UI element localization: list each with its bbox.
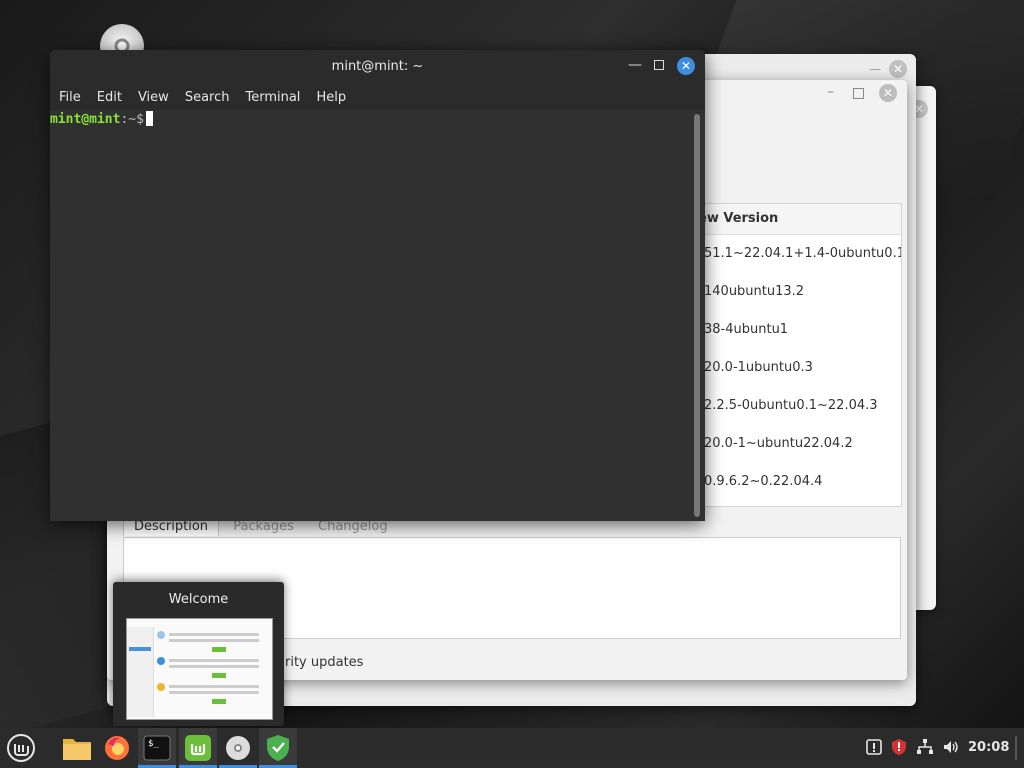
update-manager-launcher[interactable]	[179, 728, 217, 768]
network-glyph	[917, 739, 933, 754]
preview-button	[212, 647, 226, 652]
preview-title: Welcome	[168, 592, 229, 607]
preview-line	[169, 659, 259, 662]
preview-button	[212, 699, 226, 704]
mintupdate-icon	[185, 735, 211, 761]
security-launcher[interactable]	[259, 728, 297, 768]
status-text: rity updates	[285, 655, 364, 670]
menubar: File Edit View Search Terminal Help	[50, 84, 705, 110]
update-shield-glyph	[892, 739, 906, 755]
prompt-user: mint@mint	[50, 112, 121, 127]
prompt-line: mint@mint:~$	[50, 111, 153, 127]
files-launcher[interactable]	[58, 728, 96, 768]
network-icon[interactable]	[916, 738, 934, 760]
cursor	[145, 111, 153, 126]
firefox-launcher[interactable]	[98, 728, 136, 768]
table-row[interactable]: 0.9.6.2~0.22.04.4	[688, 463, 901, 501]
clock[interactable]: 20:08	[968, 740, 1009, 755]
prompt-path: :~$	[120, 112, 144, 127]
preview-selection	[129, 647, 151, 651]
menu-edit[interactable]: Edit	[90, 90, 129, 105]
table-row[interactable]: 20.0-1ubuntu0.3	[688, 349, 901, 387]
close-icon[interactable]: ✕	[889, 60, 907, 78]
notifications-glyph	[866, 739, 882, 755]
preview-sidebar	[127, 627, 154, 717]
updates-table[interactable]: ew Version 51.1~22.04.1+1.4-0ubuntu0.1 1…	[687, 203, 902, 507]
minimize-icon[interactable]: —	[628, 57, 642, 73]
disc-icon	[226, 736, 250, 760]
preview-button	[212, 673, 226, 678]
close-icon[interactable]: ✕	[879, 84, 897, 102]
preview-line	[169, 685, 259, 688]
preview-thumbnail[interactable]	[126, 618, 273, 720]
maximize-icon[interactable]	[654, 60, 664, 70]
firefox-icon	[105, 736, 129, 760]
terminal-icon: $_	[143, 735, 171, 761]
minimize-icon[interactable]: –	[827, 84, 834, 100]
close-icon[interactable]: ✕	[677, 57, 695, 75]
table-row[interactable]: 140ubuntu13.2	[688, 273, 901, 311]
shield-icon	[267, 735, 289, 761]
taskbar: $_ 20:08	[0, 728, 1024, 768]
table-row[interactable]: 51.1~22.04.1+1.4-0ubuntu0.1	[688, 235, 901, 273]
svg-text:$_: $_	[148, 739, 159, 749]
terminal-launcher[interactable]: $_	[138, 728, 176, 768]
menu-terminal[interactable]: Terminal	[238, 90, 307, 105]
menu-button[interactable]	[2, 728, 40, 768]
preview-icon	[157, 657, 165, 665]
notifications-icon[interactable]	[866, 738, 882, 760]
folder-icon	[63, 739, 91, 760]
menu-view[interactable]: View	[131, 90, 176, 105]
table-row[interactable]: 20.0-1~ubuntu22.04.2	[688, 425, 901, 463]
volume-icon[interactable]	[942, 738, 960, 760]
show-desktop-handle[interactable]	[1015, 736, 1017, 760]
menu-file[interactable]: File	[52, 90, 88, 105]
mint-menu-icon	[7, 734, 35, 762]
volume-glyph	[944, 741, 958, 753]
preview-line	[169, 665, 259, 668]
preview-icon	[157, 631, 165, 639]
menu-search[interactable]: Search	[178, 90, 237, 105]
update-shield-icon[interactable]	[890, 738, 908, 760]
disc-launcher[interactable]	[219, 728, 257, 768]
preview-line	[169, 633, 259, 636]
table-row[interactable]: 2.2.5-0ubuntu0.1~22.04.3	[688, 387, 901, 425]
terminal-window[interactable]: mint@mint: ~ — ✕ File Edit View Search T…	[50, 50, 705, 521]
minimize-icon[interactable]: —	[869, 62, 881, 76]
preview-line	[169, 639, 259, 642]
column-header-new-version[interactable]: ew Version	[688, 204, 901, 235]
window-preview[interactable]: Welcome	[113, 582, 284, 726]
menu-help[interactable]: Help	[309, 90, 353, 105]
table-row[interactable]: 38-4ubuntu1	[688, 311, 901, 349]
preview-line	[169, 691, 259, 694]
preview-icon	[157, 683, 165, 691]
titlebar[interactable]: mint@mint: ~ — ✕	[50, 50, 705, 84]
window-title: mint@mint: ~	[331, 59, 424, 74]
scrollbar[interactable]	[694, 114, 700, 517]
terminal-body[interactable]: mint@mint:~$	[50, 110, 705, 521]
maximize-icon[interactable]	[853, 88, 864, 99]
